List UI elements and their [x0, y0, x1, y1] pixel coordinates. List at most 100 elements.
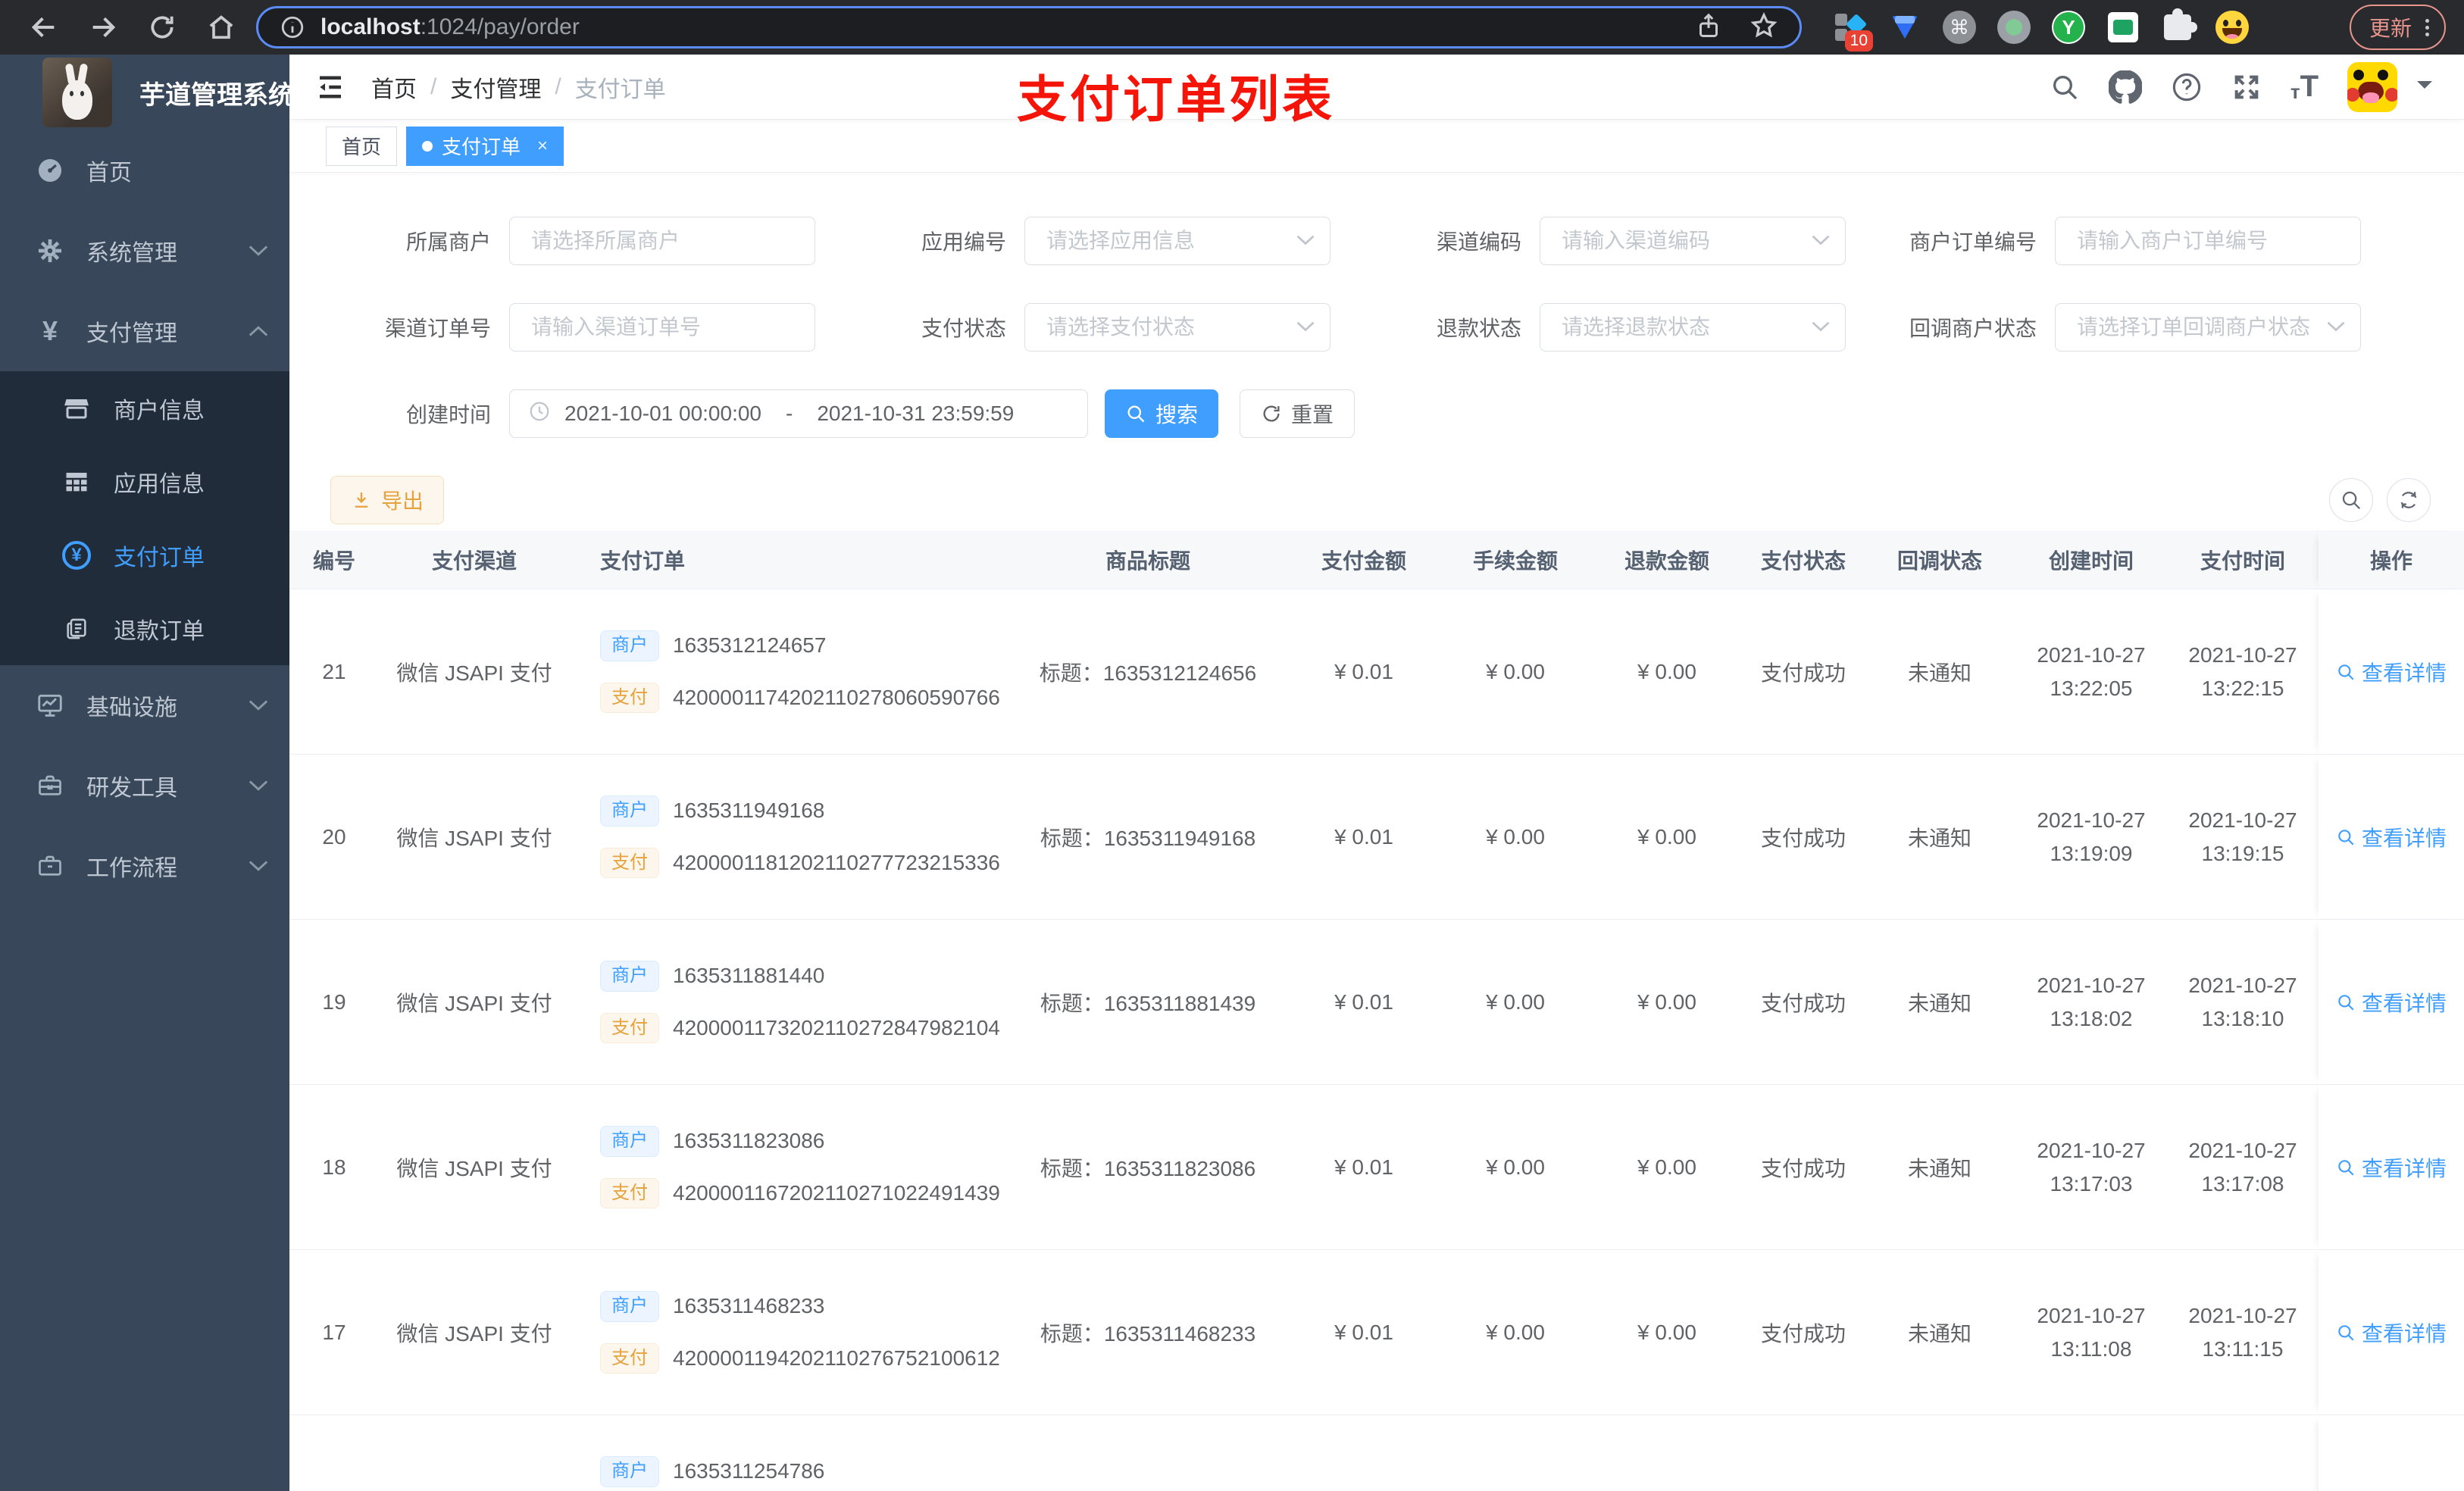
breadcrumb-current: 支付订单 [574, 77, 666, 102]
sidebar-item-app-info[interactable]: 应用信息 [0, 445, 289, 518]
view-detail-link[interactable]: 查看详情 [2336, 987, 2447, 1017]
sidebar-collapse-icon[interactable] [309, 66, 352, 108]
view-detail-link[interactable]: 查看详情 [2336, 822, 2447, 852]
create-time-label: 创建时间 [405, 403, 491, 427]
yen-icon: ¥ [42, 315, 58, 346]
sidebar-item-home[interactable]: 首页 [0, 130, 289, 211]
field-channel-code: 渠道编码 [1343, 217, 1858, 265]
reload-icon[interactable] [145, 11, 179, 44]
monitor-icon [33, 691, 67, 720]
tag-active-dot [422, 140, 433, 152]
bookmark-star-icon[interactable] [1750, 11, 1778, 44]
github-icon[interactable] [2108, 70, 2142, 104]
sidebar-item-pay[interactable]: ¥ 支付管理 [0, 291, 289, 371]
sidebar: 芋道管理系统 首页 系统管理 ¥ 支付管理 商户信息 应用信息 ¥ 支付订单 退… [0, 55, 294, 1491]
sidebar-item-infra[interactable]: 基础设施 [0, 665, 289, 746]
breadcrumb-home[interactable]: 首页 [371, 70, 417, 104]
sidebar-item-workflow[interactable]: 工作流程 [0, 826, 289, 906]
table-row: 17 微信 JSAPI 支付 商户 1635311468233 支付 42000… [289, 1250, 2464, 1415]
pay-order-line: 支付 4200001173202110272847982104 [600, 1012, 1000, 1044]
avatar-caret-icon[interactable] [2416, 79, 2434, 95]
channel-order-no-input[interactable] [510, 304, 815, 351]
chevron-down-icon [1812, 234, 1830, 250]
merchant-order-line: 商户 1635311823086 [600, 1125, 824, 1157]
gear-icon [33, 236, 67, 265]
app-logo-row[interactable]: 芋道管理系统 [0, 55, 294, 130]
tag-pay-order[interactable]: 支付订单 × [406, 126, 564, 166]
refresh-button[interactable] [2387, 478, 2431, 522]
view-detail-link[interactable]: 查看详情 [2336, 1318, 2447, 1348]
chevron-down-icon [1296, 234, 1315, 250]
help-icon[interactable] [2171, 71, 2203, 103]
refund-status-select[interactable] [1540, 304, 1845, 351]
tag-home[interactable]: 首页 [326, 126, 398, 166]
record-extension-icon[interactable] [1996, 9, 2032, 45]
home-icon[interactable] [205, 11, 238, 44]
search-icon[interactable] [2050, 72, 2080, 102]
extension-dock-icon[interactable]: 10 [1832, 9, 1873, 52]
merchant-order-number: 1635311881440 [673, 964, 825, 988]
field-merchant-order-no: 商户订单编号 [1858, 217, 2373, 265]
fullscreen-icon[interactable] [2231, 72, 2262, 102]
forward-icon[interactable] [86, 11, 120, 44]
app-no-select[interactable] [1025, 217, 1330, 264]
pay-tag: 支付 [600, 847, 659, 879]
toggle-search-button[interactable] [2329, 478, 2373, 522]
breadcrumb-pay[interactable]: 支付管理 [450, 70, 541, 104]
table-row: 商户 1635311254786 支付 查看详情 [289, 1415, 2464, 1491]
chevron-down-icon [1296, 320, 1315, 336]
notify-status-text: 未通知 [1907, 1321, 1972, 1346]
tags-bar: 首页 支付订单 × [289, 120, 2464, 173]
sidebar-item-refund-order[interactable]: 退款订单 [0, 592, 289, 665]
merchant-order-line: 商户 1635311881440 [600, 960, 825, 992]
clock-icon [528, 400, 551, 428]
merchant-order-number: 1635312124657 [673, 633, 827, 658]
sidebar-item-dev-tools[interactable]: 研发工具 [0, 746, 289, 826]
date-range-picker[interactable]: 2021-10-01 00:00:00 - 2021-10-31 23:59:5… [509, 389, 1088, 438]
browser-menu-icon[interactable] [2425, 18, 2429, 36]
chat-extension-icon[interactable] [2105, 9, 2141, 45]
channel-code-select[interactable] [1540, 217, 1845, 264]
pay-order-number: 4200001173202110272847982104 [673, 1015, 1000, 1039]
y-extension-icon[interactable]: Y [2050, 9, 2087, 45]
field-notify-status: 回调商户状态 [1858, 303, 2373, 352]
search-button[interactable]: 搜索 [1105, 389, 1218, 438]
share-icon[interactable] [1695, 12, 1722, 43]
gem-extension-icon[interactable] [1887, 9, 1923, 45]
status-text: 支付成功 [1760, 1321, 1846, 1346]
date-start[interactable]: 2021-10-01 00:00:00 [564, 402, 761, 426]
merchant-tag: 商户 [600, 1455, 659, 1487]
merchant-order-line: 商户 1635311468233 [600, 1290, 824, 1322]
view-detail-link[interactable]: 查看详情 [2336, 1152, 2447, 1183]
avatar[interactable] [2347, 61, 2397, 112]
back-icon[interactable] [27, 11, 61, 44]
view-detail-link[interactable]: 查看详情 [2336, 657, 2447, 687]
tag-close-icon[interactable]: × [537, 136, 548, 157]
site-info-icon[interactable] [280, 14, 305, 40]
emoji-extension-icon[interactable] [2214, 9, 2250, 45]
font-size-icon[interactable]: тT [2290, 70, 2319, 104]
pay-status-select[interactable] [1025, 304, 1330, 351]
url-bar[interactable]: localhost:1024/pay/order [256, 6, 1802, 48]
pay-order-number: 4200001167202110271022491439 [673, 1180, 1000, 1205]
sidebar-item-pay-order[interactable]: ¥ 支付订单 [0, 518, 289, 592]
status-text: 支付成功 [1760, 661, 1846, 685]
app-logo [42, 58, 112, 127]
sidebar-item-system[interactable]: 系统管理 [0, 211, 289, 291]
pay-order-number: 4200001194202110276752100612 [673, 1346, 1000, 1370]
merchant-order-no-input[interactable] [2056, 217, 2360, 264]
puzzle-extension-icon[interactable] [2159, 8, 2197, 45]
field-pay-status: 支付状态 [827, 303, 1343, 352]
merchant-input[interactable] [510, 217, 815, 264]
notify-status-select[interactable] [2056, 304, 2360, 351]
browser-update-button[interactable]: 更新 [2349, 5, 2446, 50]
export-button[interactable]: 导出 [330, 476, 444, 524]
command-extension-icon[interactable]: ⌘ [1941, 9, 1978, 45]
grid-icon [61, 468, 92, 495]
date-end[interactable]: 2021-10-31 23:59:59 [817, 402, 1014, 426]
status-text: 支付成功 [1760, 991, 1846, 1015]
reset-button[interactable]: 重置 [1240, 389, 1355, 438]
chevron-down-icon [249, 860, 268, 872]
sidebar-item-merchant-info[interactable]: 商户信息 [0, 371, 289, 445]
merchant-order-line: 商户 1635311254786 [600, 1455, 824, 1487]
